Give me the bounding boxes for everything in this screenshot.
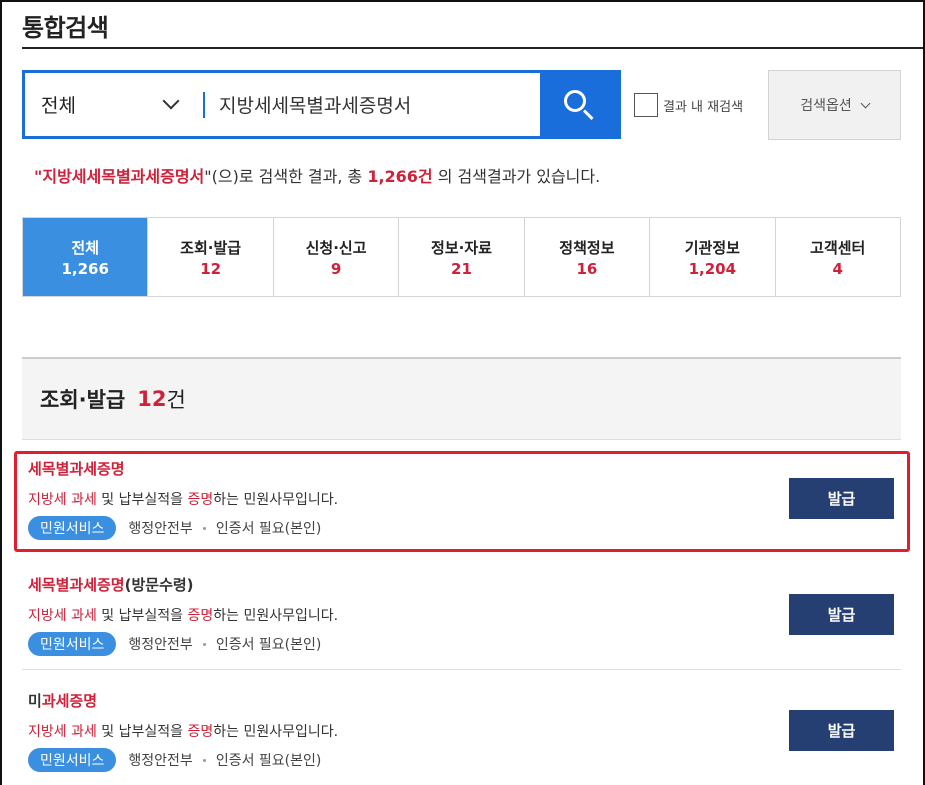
search-options-label: 검색옵션 <box>800 98 852 114</box>
result-description: 지방세 과세 및 납부실적을 증명하는 민원사무입니다. <box>28 721 338 741</box>
chevron-down-icon <box>162 92 180 109</box>
tab-label: 전체 <box>71 238 100 257</box>
tab-count: 1,204 <box>688 259 737 278</box>
desc-text: 및 납부실적을 <box>96 608 188 624</box>
desc-highlight: 과세 <box>71 724 97 740</box>
tab-label: 고객센터 <box>810 238 866 257</box>
category-select[interactable]: 전체 <box>25 73 203 136</box>
tab-policy-info[interactable]: 정책정보 16 <box>523 218 650 296</box>
search-summary: "지방세세목별과세증명서"(으)로 검색한 결과, 총 1,266건 의 검색결… <box>34 163 600 187</box>
re-search-checkbox[interactable] <box>634 93 658 117</box>
meta-separator <box>202 758 206 762</box>
issue-button[interactable]: 발급 <box>789 594 894 635</box>
search-icon <box>562 88 596 122</box>
category-tabs: 전체 1,266 조회·발급 12 신청·신고 9 정보·자료 21 정책정보 … <box>22 217 901 297</box>
issue-button[interactable]: 발급 <box>789 710 894 751</box>
tab-count: 16 <box>576 259 598 278</box>
desc-highlight: 증명 <box>187 492 214 508</box>
tab-label: 기관정보 <box>684 238 740 257</box>
tab-info-data[interactable]: 정보·자료 21 <box>398 218 524 296</box>
result-cert: 인증서 필요(본인) <box>215 753 322 769</box>
result-org: 행정안전부 <box>128 637 193 653</box>
result-cert: 인증서 필요(본인) <box>215 637 322 653</box>
service-badge: 민원서비스 <box>28 516 117 540</box>
summary-count: 1,266건 <box>367 167 433 186</box>
desc-text: 및 납부실적을 <box>96 724 188 740</box>
desc-highlight: 과세 <box>71 492 97 508</box>
page-title: 통합검색 <box>22 14 109 42</box>
result-title-prefix: 미 <box>28 692 42 710</box>
result-title[interactable]: 세목별과세증명(방문수령) <box>28 574 194 595</box>
re-search-toggle[interactable]: 결과 내 재검색 <box>634 93 743 117</box>
desc-highlight: 증명 <box>187 608 214 624</box>
section-header: 조회·발급 12 건 <box>22 357 901 440</box>
desc-highlight: 증명 <box>187 724 214 740</box>
tab-count: 9 <box>330 259 342 278</box>
result-title-highlight: 세목별과세증명 <box>28 576 125 594</box>
chevron-down-icon <box>860 98 871 108</box>
result-org: 행정안전부 <box>128 753 193 769</box>
tab-label: 신청·신고 <box>305 238 367 257</box>
result-cert: 인증서 필요(본인) <box>215 521 322 537</box>
result-meta: 민원서비스 행정안전부 인증서 필요(본인) <box>28 748 321 772</box>
search-input[interactable] <box>205 73 540 136</box>
tab-agency-info[interactable]: 기관정보 1,204 <box>649 218 775 296</box>
result-description: 지방세 과세 및 납부실적을 증명하는 민원사무입니다. <box>28 605 338 625</box>
result-item: 미과세증명 지방세 과세 및 납부실적을 증명하는 민원사무입니다. 민원서비스… <box>22 672 901 785</box>
result-title-rest: (방문수령) <box>124 576 194 594</box>
result-org: 행정안전부 <box>128 521 193 537</box>
result-title-highlight: 과세증명 <box>41 692 98 710</box>
tab-label: 정책정보 <box>559 238 615 257</box>
result-description: 지방세 과세 및 납부실적을 증명하는 민원사무입니다. <box>28 489 338 509</box>
desc-highlight: 지방세 <box>28 608 67 624</box>
tab-count: 12 <box>200 259 222 278</box>
service-badge: 민원서비스 <box>28 632 117 656</box>
tab-count: 1,266 <box>61 259 109 278</box>
tab-label: 정보·자료 <box>431 238 492 257</box>
title-divider <box>22 47 923 49</box>
meta-separator <box>202 642 206 646</box>
tab-label: 조회·발급 <box>180 238 242 257</box>
service-badge: 민원서비스 <box>28 748 117 772</box>
search-options-button[interactable]: 검색옵션 <box>768 70 901 140</box>
result-item: 세목별과세증명(방문수령) 지방세 과세 및 납부실적을 증명하는 민원사무입니… <box>22 557 901 670</box>
desc-text: 하는 민원사무입니다. <box>213 492 339 508</box>
re-search-label: 결과 내 재검색 <box>663 99 744 115</box>
result-title[interactable]: 세목별과세증명 <box>28 458 125 479</box>
summary-tail: 의 검색결과가 있습니다. <box>432 167 601 186</box>
tab-apply-report[interactable]: 신청·신고 9 <box>272 218 399 296</box>
search-box: 전체 <box>22 70 621 139</box>
desc-highlight: 과세 <box>71 608 97 624</box>
tab-all[interactable]: 전체 1,266 <box>23 218 148 296</box>
summary-mid: "(으)로 검색한 결과, 총 <box>204 167 368 186</box>
desc-text: 하는 민원사무입니다. <box>213 608 339 624</box>
tab-customer-center[interactable]: 고객센터 4 <box>774 218 900 296</box>
summary-keyword: 지방세세목별과세증명서 <box>42 167 205 186</box>
issue-button[interactable]: 발급 <box>789 478 894 519</box>
tab-inquiry-issue[interactable]: 조회·발급 12 <box>147 218 273 296</box>
section-unit: 건 <box>166 388 186 412</box>
result-title[interactable]: 미과세증명 <box>28 690 97 711</box>
category-select-value: 전체 <box>41 95 76 117</box>
section-count: 12 <box>137 387 167 411</box>
search-button[interactable] <box>540 73 618 136</box>
result-item: 세목별과세증명 지방세 과세 및 납부실적을 증명하는 민원사무입니다. 민원서… <box>22 451 901 552</box>
result-meta: 민원서비스 행정안전부 인증서 필요(본인) <box>28 632 321 656</box>
meta-separator <box>202 526 206 530</box>
result-meta: 민원서비스 행정안전부 인증서 필요(본인) <box>28 516 321 540</box>
tab-count: 21 <box>451 259 472 278</box>
desc-text: 및 납부실적을 <box>96 492 188 508</box>
desc-text: 하는 민원사무입니다. <box>213 724 339 740</box>
desc-highlight: 지방세 <box>28 492 67 508</box>
desc-highlight: 지방세 <box>28 724 67 740</box>
result-title-highlight: 세목별과세증명 <box>28 460 125 478</box>
section-title: 조회·발급 <box>40 388 126 412</box>
tab-count: 4 <box>832 259 843 278</box>
